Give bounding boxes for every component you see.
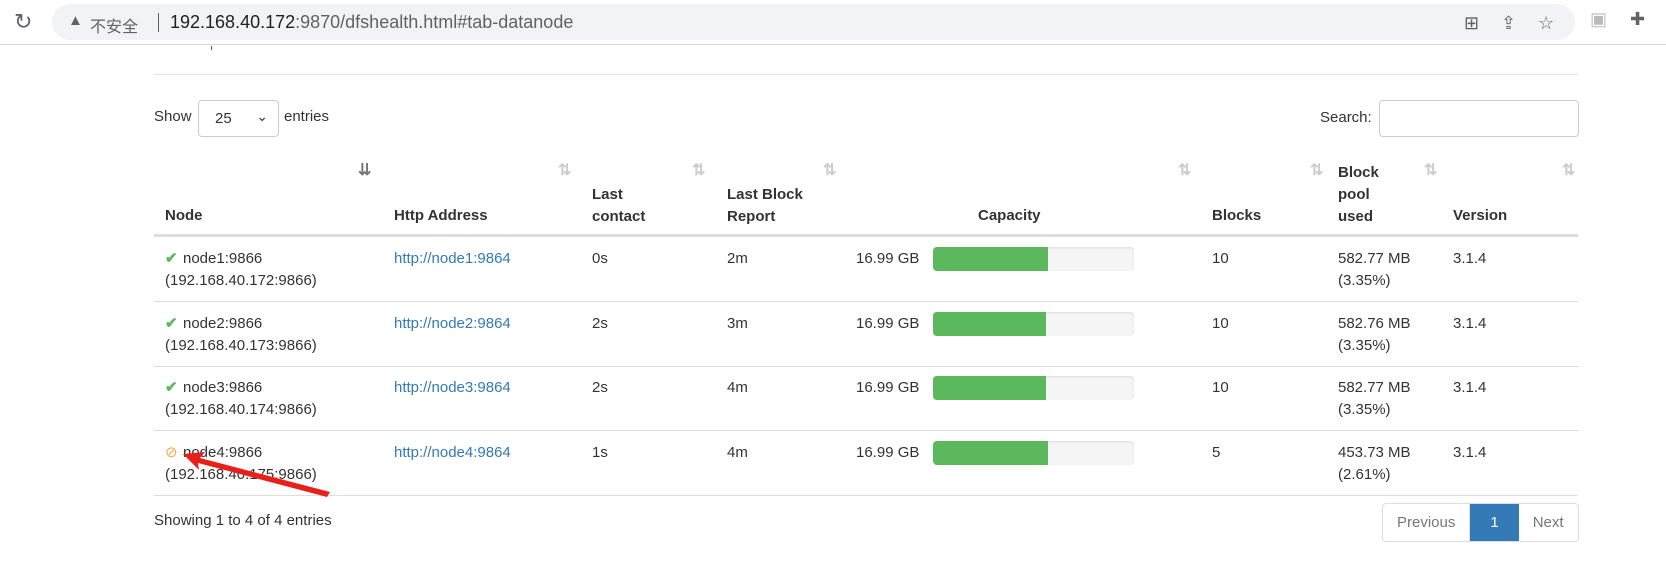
red-arrow-icon	[183, 452, 330, 497]
annotation-arrow	[183, 452, 330, 497]
